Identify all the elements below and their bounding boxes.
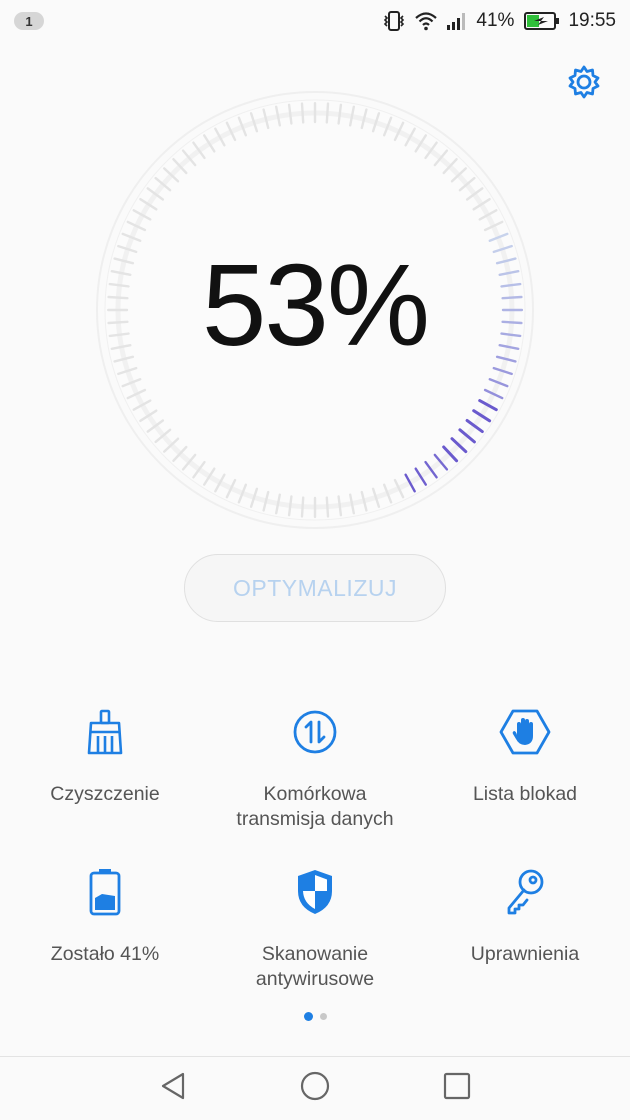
data-transfer-icon	[287, 704, 343, 760]
wifi-icon	[414, 11, 438, 31]
tile-label: Zostało 41%	[50, 943, 160, 965]
tools-grid: Czyszczenie Komórkowa transmisja danych …	[0, 700, 630, 1020]
page-dot[interactable]	[319, 1013, 327, 1020]
phone-screen: 1 41% 19:55 53% OPTYMALIZUJ Czyszczenie …	[0, 0, 630, 1120]
optimize-button[interactable]: OPTYMALIZUJ	[184, 554, 446, 622]
tile-label: Czyszczenie	[50, 783, 160, 805]
settings-button[interactable]	[566, 64, 602, 105]
tile-cleanup[interactable]: Czyszczenie	[0, 700, 210, 860]
battery-percent: 41%	[476, 10, 515, 31]
shield-icon	[287, 864, 343, 920]
tile-label: Skanowanie antywirusowe	[255, 943, 375, 990]
gear-icon	[566, 64, 602, 105]
signal-icon	[446, 11, 468, 31]
back-icon	[159, 1071, 187, 1106]
tile-label: Uprawnienia	[470, 943, 580, 965]
page-indicator	[0, 1012, 630, 1021]
navigation-bar	[0, 1056, 630, 1120]
recents-button[interactable]	[440, 1072, 474, 1106]
tile-block-list[interactable]: Lista blokad	[420, 700, 630, 860]
tile-label: Komórkowa transmisja danych	[236, 783, 394, 830]
block-hand-icon	[497, 704, 553, 760]
optimization-gauge: 53%	[95, 90, 535, 530]
tile-permissions[interactable]: Uprawnienia	[420, 860, 630, 1020]
battery-charging-icon	[524, 11, 560, 31]
home-button[interactable]	[298, 1071, 332, 1106]
battery-icon	[77, 864, 133, 920]
recents-icon	[443, 1072, 471, 1105]
tile-mobile-data[interactable]: Komórkowa transmisja danych	[210, 700, 420, 860]
tile-battery[interactable]: Zostało 41%	[0, 860, 210, 1020]
vibrate-icon	[382, 10, 406, 32]
clock: 19:55	[568, 10, 616, 31]
back-button[interactable]	[156, 1072, 190, 1106]
tile-antivirus[interactable]: Skanowanie antywirusowe	[210, 860, 420, 1020]
page-dot-active[interactable]	[303, 1012, 313, 1021]
broom-icon	[77, 704, 133, 760]
notification-badge: 1	[14, 12, 44, 30]
status-bar: 1 41% 19:55	[0, 0, 630, 42]
tile-label: Lista blokad	[472, 783, 578, 805]
home-icon	[300, 1071, 330, 1106]
status-icons: 41% 19:55	[382, 10, 616, 32]
key-icon	[497, 864, 553, 920]
gauge-percent: 53%	[201, 240, 430, 370]
